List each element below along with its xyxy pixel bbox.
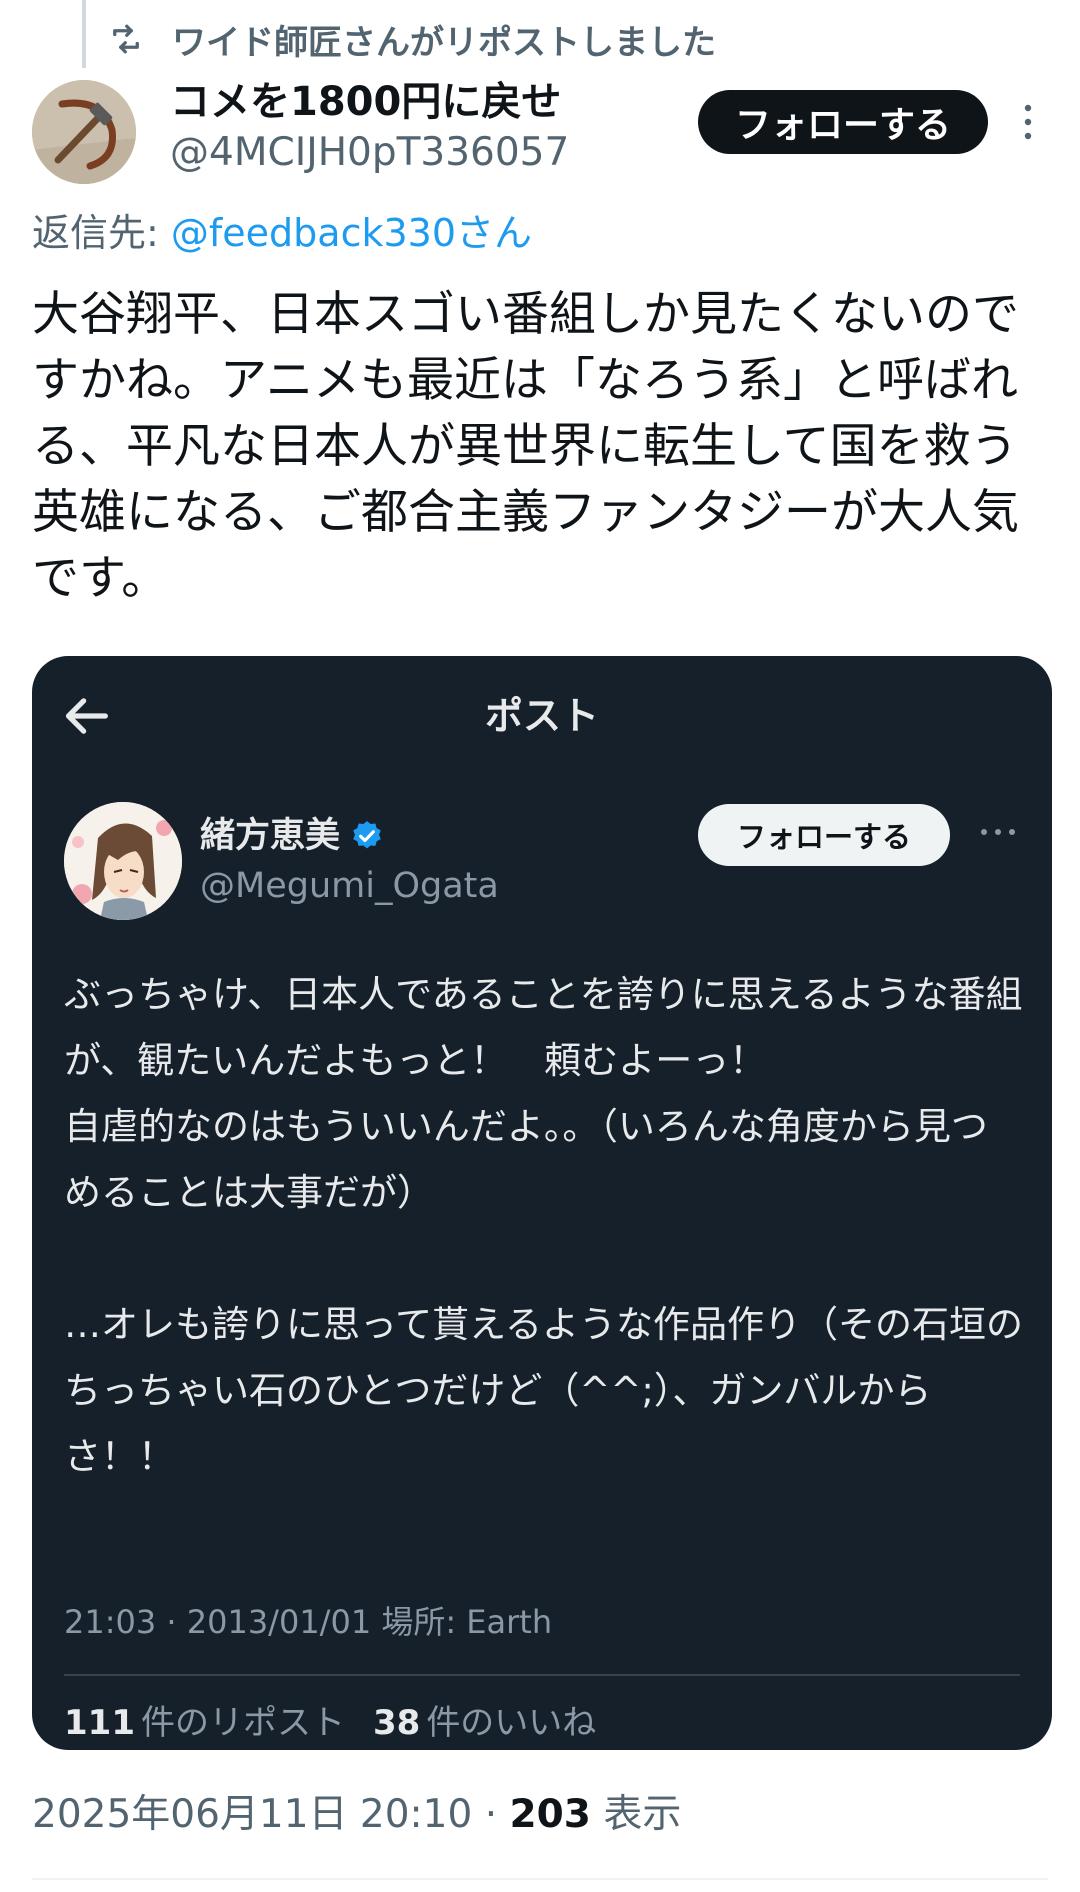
quoted-divider [64, 1674, 1020, 1676]
views-count: 203 [509, 1792, 591, 1837]
quoted-author-name: 緒方恵美 [200, 816, 341, 856]
quoted-post-image[interactable]: ポスト 緒方恵美 @Megumi_Ogata フォローする ぶっちゃけ、日本人で… [32, 656, 1052, 1750]
quoted-author-handle: @Megumi_Ogata [200, 866, 499, 906]
views-label: 表示 [603, 1792, 682, 1837]
verified-badge-icon [353, 821, 381, 849]
quoted-reposts-label: 件のリポスト [140, 1703, 345, 1743]
quoted-author-avatar [64, 802, 182, 920]
quoted-author-name-row: 緒方恵美 [200, 812, 384, 860]
author-handle[interactable]: @4MCIJH0pT336057 [170, 128, 569, 178]
quoted-more-icon [981, 829, 1015, 835]
reply-to-label: 返信先: [32, 211, 159, 255]
quoted-follow-button: フォローする [698, 804, 950, 866]
quoted-reposts-count: 111 [64, 1703, 135, 1743]
author-name[interactable]: コメを1800円に戻せ [170, 76, 561, 128]
quoted-likes-count: 38 [372, 1703, 421, 1743]
author-avatar[interactable] [32, 80, 136, 184]
repost-label: ワイド師匠さんがリポストしました [172, 22, 716, 63]
follow-button[interactable]: フォローする [698, 90, 988, 154]
thread-connector-line [82, 0, 86, 68]
repost-icon [113, 24, 139, 54]
bottom-divider [32, 1878, 1048, 1880]
tweet-text: 大谷翔平、日本スゴい番組しか見たくないのですかね。アニメも最近は「なろう系」と呼… [32, 287, 1019, 606]
reply-mention-link[interactable]: @feedback330さん [171, 211, 532, 255]
quoted-likes-label: 件のいいね [426, 1703, 597, 1743]
tweet-timestamp[interactable]: 2025年06月11日 20:10 [32, 1792, 472, 1837]
quoted-post-text: ぶっちゃけ、日本人であることを誇りに思えるような番組が、観たいんだよもっと！ 頼… [64, 973, 1024, 1478]
quoted-post-meta: 21:03 · 2013/01/01 場所: Earth [64, 1603, 553, 1641]
repost-indicator: ワイド師匠さんがリポストしました [108, 14, 716, 64]
meta-separator: · [472, 1792, 510, 1837]
tweet-meta: 2025年06月11日 20:10 · 203 表示 [32, 1788, 681, 1842]
reply-to-line: 返信先: @feedback330さん [32, 208, 532, 258]
quoted-post-stats: 111 件のリポスト 38 件のいいね [64, 1700, 624, 1746]
more-options-icon[interactable] [1018, 100, 1038, 144]
quoted-header-title: ポスト [484, 694, 599, 738]
